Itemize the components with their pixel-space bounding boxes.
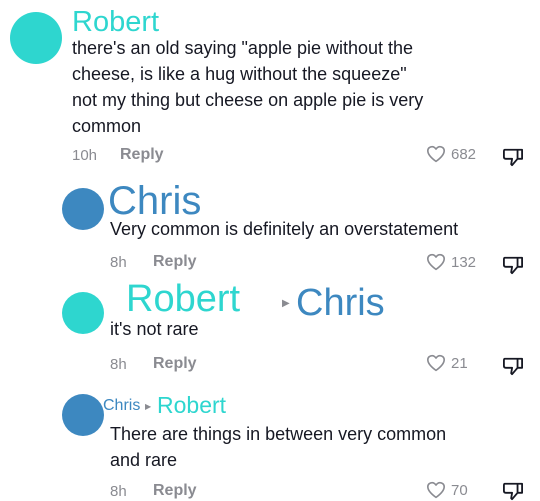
reply-to-prefix-name[interactable]: Chris (103, 398, 140, 414)
heart-outline-icon (427, 354, 445, 372)
reply-button[interactable]: Reply (153, 355, 197, 373)
thumbs-down-icon[interactable] (502, 255, 524, 275)
comment-author-name[interactable]: Robert (72, 8, 159, 37)
comment-author-name[interactable]: Robert (126, 280, 240, 318)
comment-timestamp: 10h (72, 147, 98, 164)
like-button[interactable]: 21 (426, 354, 468, 372)
reply-button[interactable]: Reply (153, 482, 197, 500)
thumbs-down-icon[interactable] (502, 481, 524, 501)
like-count: 132 (451, 253, 477, 271)
caret-right-icon: ▶ (145, 402, 152, 411)
like-count: 21 (451, 354, 468, 372)
reply-button[interactable]: Reply (153, 253, 197, 271)
comment-text: Very common is definitely an overstateme… (110, 219, 459, 239)
comment-author-name[interactable]: Robert (157, 394, 226, 417)
reply-button[interactable]: Reply (120, 146, 164, 164)
like-button[interactable]: 132 (426, 253, 476, 271)
like-count: 682 (451, 145, 477, 163)
avatar-robert[interactable] (10, 12, 62, 64)
comment-timestamp: 8h (110, 356, 127, 373)
like-button[interactable]: 682 (426, 145, 476, 163)
avatar-chris[interactable] (62, 188, 104, 230)
comment-text: it's not rare (110, 319, 199, 339)
caret-right-icon: ▶ (282, 298, 290, 309)
heart-outline-icon (427, 253, 445, 271)
heart-outline-icon (427, 145, 445, 163)
thumbs-down-icon[interactable] (502, 356, 524, 376)
comment-timestamp: 8h (110, 483, 127, 500)
like-count: 70 (451, 481, 468, 499)
heart-outline-icon (427, 481, 445, 499)
avatar-chris[interactable] (62, 394, 104, 436)
comment-text: there's an old saying "apple pie without… (72, 38, 424, 136)
thumbs-down-icon[interactable] (502, 147, 524, 167)
comment-timestamp: 8h (110, 254, 127, 271)
comment-author-name[interactable]: Chris (108, 181, 201, 221)
comment-text: There are things in between very common … (110, 424, 447, 470)
avatar-robert[interactable] (62, 292, 104, 334)
like-button[interactable]: 70 (426, 481, 468, 499)
